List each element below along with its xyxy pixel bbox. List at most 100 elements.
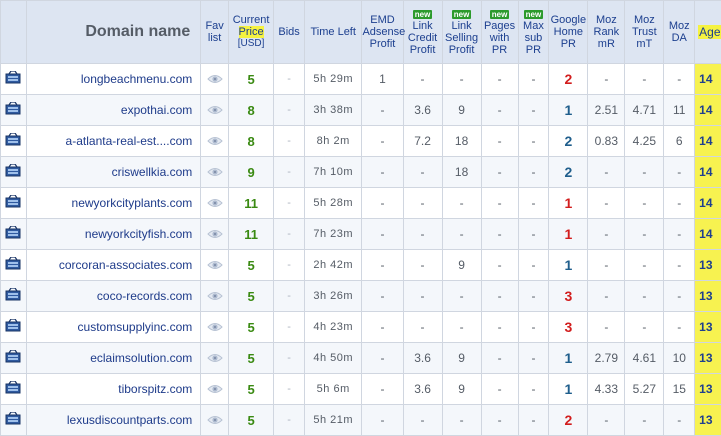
eye-icon[interactable] (201, 259, 228, 271)
shopping-cart-icon[interactable] (5, 195, 21, 208)
domain-name[interactable]: expothai.com (26, 95, 201, 126)
table-row[interactable]: newyorkcityplants.com 11 - 5h 28m - - - … (1, 188, 721, 219)
table-row[interactable]: customsupplyinc.com 5 - 4h 23m - - - - -… (1, 312, 721, 343)
moz-rank: - (588, 219, 625, 250)
domain-name[interactable]: longbeachmenu.com (26, 64, 201, 95)
buy-cell[interactable] (1, 374, 27, 405)
moz-rank-header[interactable]: Moz Rank mR (588, 1, 625, 64)
fav-list-header[interactable]: Fav list (201, 1, 229, 64)
domain-name[interactable]: customsupplyinc.com (26, 312, 201, 343)
age-header[interactable]: Age (695, 1, 721, 64)
table-row[interactable]: eclaimsolution.com 5 - 4h 50m - 3.6 9 - … (1, 343, 721, 374)
buy-cell[interactable] (1, 188, 27, 219)
fav-cell[interactable] (201, 157, 229, 188)
table-row[interactable]: a-atlanta-real-est....com 8 - 8h 2m - 7.… (1, 126, 721, 157)
buy-cell[interactable] (1, 343, 27, 374)
bids-count: - (274, 281, 305, 312)
price-header-unit: [USD] (229, 38, 273, 50)
fav-cell[interactable] (201, 250, 229, 281)
table-row[interactable]: newyorkcityfish.com 11 - 7h 23m - - - - … (1, 219, 721, 250)
table-row[interactable]: corcoran-associates.com 5 - 2h 42m - - 9… (1, 250, 721, 281)
moz-rank: - (588, 405, 625, 436)
domain-name[interactable]: criswellkia.com (26, 157, 201, 188)
table-row[interactable]: longbeachmenu.com 5 - 5h 29m 1 - - - - 2… (1, 64, 721, 95)
table-row[interactable]: expothai.com 8 - 3h 38m - 3.6 9 - - 1 2.… (1, 95, 721, 126)
bids-header[interactable]: Bids (274, 1, 305, 64)
fav-cell[interactable] (201, 188, 229, 219)
shopping-cart-icon[interactable] (5, 257, 21, 270)
domain-name-header[interactable]: Domain name (26, 1, 201, 64)
table-row[interactable]: criswellkia.com 9 - 7h 10m - - 18 - - 2 … (1, 157, 721, 188)
eye-icon[interactable] (201, 135, 228, 147)
domain-name[interactable]: a-atlanta-real-est....com (26, 126, 201, 157)
eye-icon[interactable] (201, 321, 228, 333)
moz-rank: - (588, 188, 625, 219)
buy-cell[interactable] (1, 250, 27, 281)
domain-age: 13 (695, 281, 721, 312)
link-selling-profit: - (442, 64, 481, 95)
fav-cell[interactable] (201, 64, 229, 95)
fav-cell[interactable] (201, 343, 229, 374)
table-row[interactable]: tiborspitz.com 5 - 5h 6m - 3.6 9 - - 1 4… (1, 374, 721, 405)
eye-icon[interactable] (201, 104, 228, 116)
buy-cell[interactable] (1, 64, 27, 95)
domain-name[interactable]: newyorkcityplants.com (26, 188, 201, 219)
buy-cell[interactable] (1, 281, 27, 312)
buy-cell[interactable] (1, 312, 27, 343)
shopping-cart-icon[interactable] (5, 71, 21, 84)
fav-cell[interactable] (201, 312, 229, 343)
fav-cell[interactable] (201, 126, 229, 157)
current-price-header[interactable]: Current Price [USD] (228, 1, 273, 64)
table-row[interactable]: coco-records.com 5 - 3h 26m - - - - - 3 … (1, 281, 721, 312)
table-row[interactable]: lexusdiscountparts.com 5 - 5h 21m - - - … (1, 405, 721, 436)
shopping-cart-icon[interactable] (5, 164, 21, 177)
google-home-pr-header[interactable]: Google Home PR (549, 1, 588, 64)
emd-adsense-profit-header[interactable]: EMD Adsense Profit (362, 1, 403, 64)
link-selling-profit-header[interactable]: new Link Selling Profit (442, 1, 481, 64)
pages-with-pr: - (481, 312, 518, 343)
domain-name[interactable]: lexusdiscountparts.com (26, 405, 201, 436)
shopping-cart-icon[interactable] (5, 288, 21, 301)
fav-cell[interactable] (201, 374, 229, 405)
domain-name[interactable]: corcoran-associates.com (26, 250, 201, 281)
pages-with-pr-header[interactable]: new Pages with PR (481, 1, 518, 64)
fav-cell[interactable] (201, 281, 229, 312)
pages-with-pr: - (481, 64, 518, 95)
fav-cell[interactable] (201, 219, 229, 250)
shopping-cart-icon[interactable] (5, 350, 21, 363)
max-sub-pr-header[interactable]: new Max sub PR (518, 1, 549, 64)
eye-icon[interactable] (201, 290, 228, 302)
domain-name[interactable]: coco-records.com (26, 281, 201, 312)
time-left-header[interactable]: Time Left (304, 1, 362, 64)
eye-icon[interactable] (201, 228, 228, 240)
moz-trust-header[interactable]: Moz Trust mT (625, 1, 664, 64)
eye-icon[interactable] (201, 73, 228, 85)
buy-cell[interactable] (1, 405, 27, 436)
buy-cell[interactable] (1, 219, 27, 250)
domain-name[interactable]: eclaimsolution.com (26, 343, 201, 374)
domain-name[interactable]: tiborspitz.com (26, 374, 201, 405)
shopping-cart-icon[interactable] (5, 381, 21, 394)
eye-icon[interactable] (201, 197, 228, 209)
eye-icon[interactable] (201, 383, 228, 395)
fav-cell[interactable] (201, 95, 229, 126)
buy-cell[interactable] (1, 157, 27, 188)
shopping-cart-icon[interactable] (5, 226, 21, 239)
buy-cell[interactable] (1, 95, 27, 126)
link-credit-profit-header[interactable]: new Link Credit Profit (403, 1, 442, 64)
eye-icon[interactable] (201, 166, 228, 178)
shopping-cart-icon[interactable] (5, 319, 21, 332)
buy-cell[interactable] (1, 126, 27, 157)
new-badge: new (452, 10, 472, 19)
eye-icon[interactable] (201, 414, 228, 426)
moz-da-header[interactable]: Moz DA (664, 1, 695, 64)
domain-age: 14 (695, 219, 721, 250)
eye-icon[interactable] (201, 352, 228, 364)
domain-name[interactable]: newyorkcityfish.com (26, 219, 201, 250)
fav-cell[interactable] (201, 405, 229, 436)
current-price: 5 (228, 250, 273, 281)
moz-da: - (664, 405, 695, 436)
shopping-cart-icon[interactable] (5, 102, 21, 115)
shopping-cart-icon[interactable] (5, 133, 21, 146)
shopping-cart-icon[interactable] (5, 412, 21, 425)
